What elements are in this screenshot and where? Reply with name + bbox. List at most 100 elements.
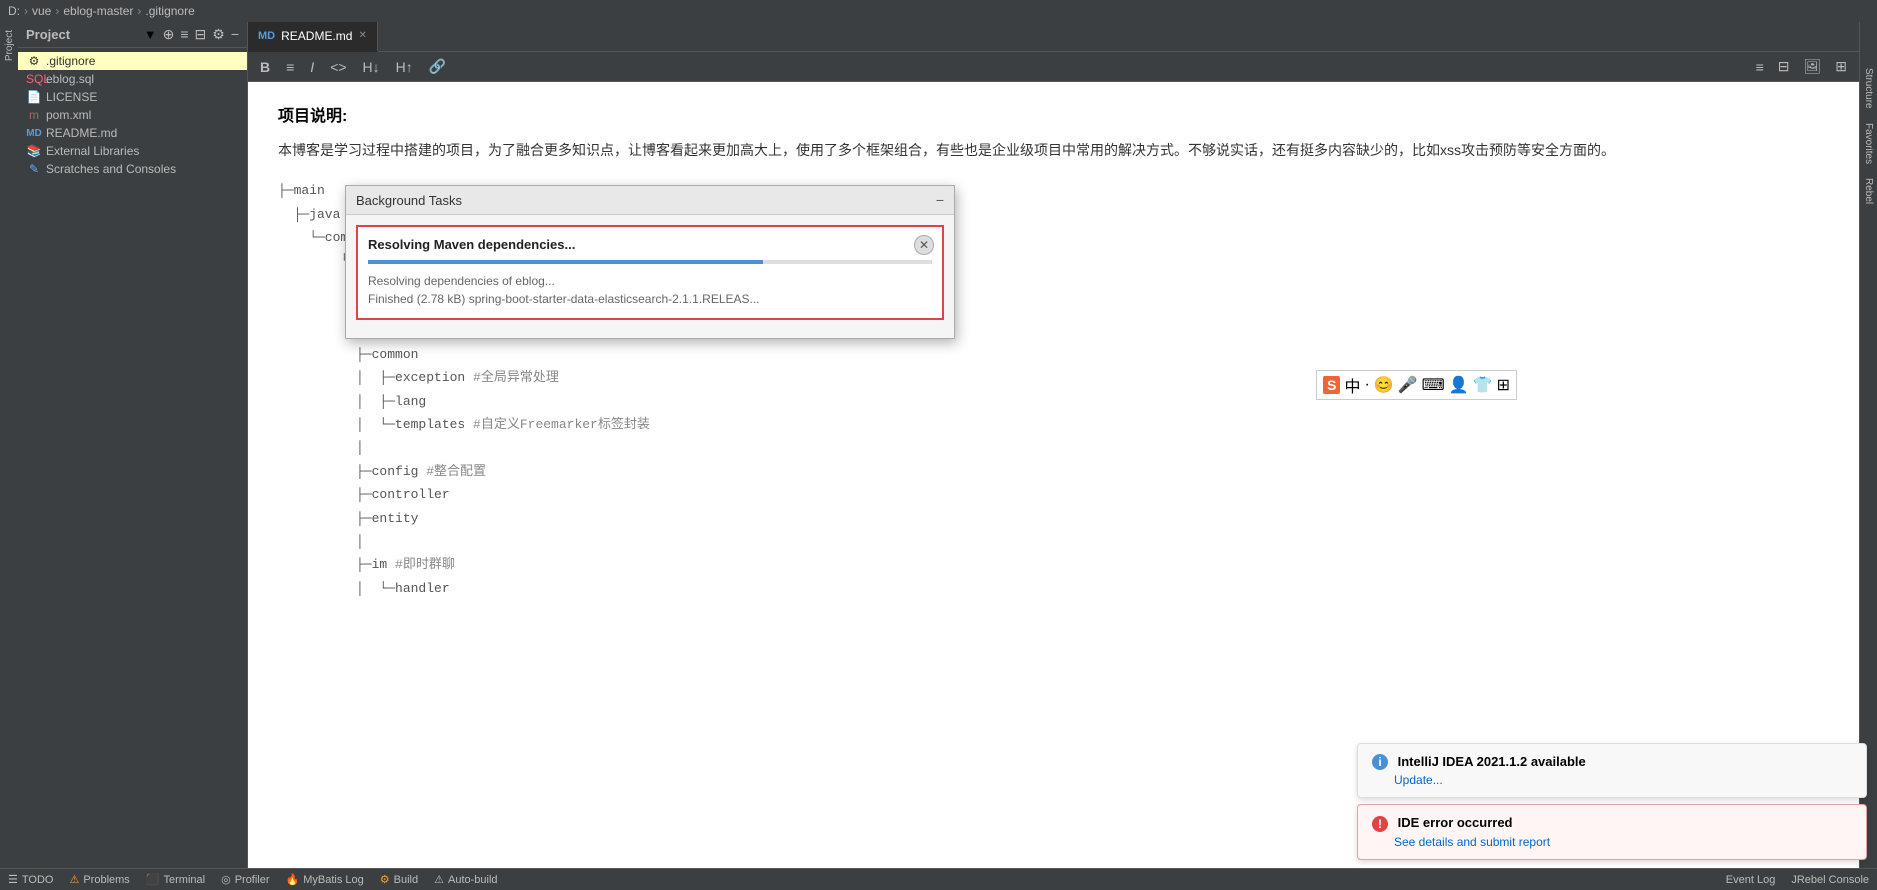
progress-bar-fill bbox=[368, 260, 763, 264]
status-autobuild[interactable]: ⚠ Auto-build bbox=[434, 873, 497, 886]
sidebar-icons: ⊕ ≡ ⊟ ⚙ − bbox=[163, 26, 239, 43]
status-terminal-label: Terminal bbox=[164, 874, 206, 886]
sidebar-icon-settings[interactable]: ⚙ bbox=[212, 26, 225, 43]
build-icon: ⚙ bbox=[380, 873, 390, 886]
toolbar-split-icon[interactable]: ⊟ bbox=[1774, 56, 1794, 77]
toolbar-code[interactable]: <> bbox=[326, 57, 350, 77]
status-eventlog[interactable]: Event Log bbox=[1726, 874, 1776, 886]
tree-line: │ bbox=[278, 530, 1829, 553]
sidebar-item-sql[interactable]: SQL eblog.sql bbox=[18, 70, 247, 88]
status-profiler[interactable]: ◎ Profiler bbox=[221, 873, 269, 886]
ime-bar: S 中 · 😊 🎤 ⌨ 👤 👕 ⊞ bbox=[1316, 370, 1517, 400]
content-paragraph: 本博客是学习过程中搭建的项目，为了融合更多知识点，让博客看起来更加高大上，使用了… bbox=[278, 138, 1829, 163]
status-build-label: Build bbox=[394, 874, 418, 886]
toolbar-bold[interactable]: B bbox=[256, 57, 274, 77]
right-tabs: Structure Favorites Rebel bbox=[1859, 22, 1877, 868]
tree-line: ├─entity bbox=[278, 507, 1829, 530]
status-mybatis-label: MyBatis Log bbox=[303, 874, 364, 886]
toolbar-image-icon[interactable]: 🖼 bbox=[1799, 56, 1825, 77]
bg-tasks-title-bar: Background Tasks − bbox=[346, 186, 954, 215]
content-heading: 项目说明: bbox=[278, 102, 1829, 126]
license-icon: 📄 bbox=[26, 90, 42, 104]
breadcrumb-file: .gitignore bbox=[145, 4, 194, 18]
ime-keyboard-icon[interactable]: ⌨ bbox=[1422, 375, 1445, 395]
progress-bar bbox=[368, 260, 932, 264]
task-sub-text-2: Finished (2.78 kB) spring-boot-starter-d… bbox=[368, 290, 932, 308]
right-tab-favorites[interactable]: Favorites bbox=[1861, 117, 1876, 170]
tab-close-button[interactable]: ✕ bbox=[358, 30, 366, 41]
sidebar-item-label: pom.xml bbox=[46, 108, 91, 122]
notif-title-update: i IntelliJ IDEA 2021.1.2 available bbox=[1372, 754, 1852, 771]
tab-label: README.md bbox=[281, 29, 352, 43]
warning-icon: ⚠ bbox=[69, 873, 79, 886]
sidebar-icon-collapse[interactable]: ⊟ bbox=[195, 26, 207, 43]
sidebar-item-license[interactable]: 📄 LICENSE bbox=[18, 88, 247, 106]
bg-tasks-title: Background Tasks bbox=[356, 193, 462, 208]
right-tab-structure[interactable]: Structure bbox=[1861, 62, 1876, 115]
ime-emoji-icon[interactable]: 😊 bbox=[1374, 375, 1394, 395]
status-todo[interactable]: ☰ TODO bbox=[8, 873, 53, 886]
toolbar-h-down[interactable]: H↓ bbox=[359, 57, 384, 77]
sidebar-item-extlibs[interactable]: 📚 External Libraries bbox=[18, 142, 247, 160]
left-tab-project[interactable]: Project bbox=[2, 26, 17, 65]
sidebar-icon-globe[interactable]: ⊕ bbox=[163, 26, 175, 43]
sidebar-item-gitignore[interactable]: ⚙ .gitignore bbox=[18, 52, 247, 70]
sidebar-item-label: .gitignore bbox=[46, 54, 95, 68]
editor-tab-readme[interactable]: MD README.md ✕ bbox=[248, 22, 378, 52]
toolbar-list-icon[interactable]: ≡ bbox=[1752, 56, 1768, 77]
task-cancel-button[interactable]: ✕ bbox=[914, 235, 934, 255]
breadcrumb-eblog: eblog-master bbox=[63, 4, 133, 18]
tree-line: │ ├─lang bbox=[278, 390, 1829, 413]
tree-line: │ bbox=[278, 436, 1829, 459]
bg-tasks-dialog: Background Tasks − Resolving Maven depen… bbox=[345, 185, 955, 339]
toolbar-expand-icon[interactable]: ⊞ bbox=[1831, 56, 1851, 77]
bg-task-wrapper: Resolving Maven dependencies... Resolvin… bbox=[356, 225, 944, 320]
tree-line: │ ├─exception #全局异常处理 bbox=[278, 366, 1829, 389]
sidebar-tree: ⚙ .gitignore SQL eblog.sql 📄 LICENSE m p… bbox=[18, 48, 247, 868]
toolbar-strikethrough[interactable]: ≡ bbox=[282, 57, 298, 77]
sidebar: Project ▼ ⊕ ≡ ⊟ ⚙ − ⚙ .gitignore SQL ebl… bbox=[18, 22, 248, 868]
sidebar-item-scratches[interactable]: ✎ Scratches and Consoles bbox=[18, 160, 247, 178]
sidebar-icon-align[interactable]: ≡ bbox=[180, 26, 188, 43]
jrebel-label: JRebel Console bbox=[1791, 874, 1869, 886]
notif-error-icon: ! bbox=[1372, 816, 1388, 832]
ime-grid-icon[interactable]: ⊞ bbox=[1497, 375, 1510, 395]
status-terminal[interactable]: ⬛ Terminal bbox=[146, 873, 205, 886]
right-tab-rebel[interactable]: Rebel bbox=[1861, 172, 1876, 210]
ime-sogou-icon[interactable]: S bbox=[1323, 376, 1340, 394]
sidebar-icon-minimize[interactable]: − bbox=[231, 26, 239, 43]
notif-update-action[interactable]: Update... bbox=[1394, 773, 1443, 787]
notifications-panel: i IntelliJ IDEA 2021.1.2 available Updat… bbox=[1357, 743, 1867, 860]
status-mybatis[interactable]: 🔥 MyBatis Log bbox=[286, 873, 364, 886]
task-sub-text-1: Resolving dependencies of eblog... bbox=[368, 272, 932, 290]
status-autobuild-label: Auto-build bbox=[448, 874, 498, 886]
toolbar-link[interactable]: 🔗 bbox=[425, 56, 450, 77]
terminal-icon: ⬛ bbox=[146, 873, 160, 886]
status-build[interactable]: ⚙ Build bbox=[380, 873, 418, 886]
task-title: Resolving Maven dependencies... bbox=[368, 237, 932, 252]
tree-line: │ └─templates #自定义Freemarker标签封装 bbox=[278, 413, 1829, 436]
toolbar-right-icons: ≡ ⊟ 🖼 ⊞ bbox=[1752, 56, 1851, 77]
notif-error-action[interactable]: See details and submit report bbox=[1394, 835, 1550, 849]
bg-task-item: Resolving Maven dependencies... Resolvin… bbox=[356, 225, 944, 320]
bg-tasks-close-button[interactable]: − bbox=[936, 192, 944, 208]
gitignore-icon: ⚙ bbox=[26, 54, 42, 68]
sidebar-item-pom[interactable]: m pom.xml bbox=[18, 106, 247, 124]
tree-line: ├─im #即时群聊 bbox=[278, 553, 1829, 576]
ime-chinese-label[interactable]: 中 bbox=[1344, 373, 1360, 397]
ime-user-icon[interactable]: 👤 bbox=[1449, 375, 1469, 395]
sidebar-item-readme[interactable]: MD README.md bbox=[18, 124, 247, 142]
mybatis-icon: 🔥 bbox=[286, 873, 300, 886]
ime-mic-icon[interactable]: 🎤 bbox=[1398, 375, 1418, 395]
ime-shirt-icon[interactable]: 👕 bbox=[1473, 375, 1493, 395]
toolbar-italic[interactable]: I bbox=[306, 57, 318, 77]
status-jrebel[interactable]: JRebel Console bbox=[1791, 874, 1869, 886]
sql-icon: SQL bbox=[26, 72, 42, 86]
status-problems[interactable]: ⚠ Problems bbox=[69, 873, 129, 886]
tree-line: ├─controller bbox=[278, 483, 1829, 506]
toolbar-h-up[interactable]: H↑ bbox=[392, 57, 417, 77]
scratches-icon: ✎ bbox=[26, 162, 42, 176]
notification-ide-error: ! IDE error occurred See details and sub… bbox=[1357, 804, 1867, 860]
status-todo-label: TODO bbox=[22, 874, 54, 886]
left-tabs: Project bbox=[0, 22, 18, 868]
